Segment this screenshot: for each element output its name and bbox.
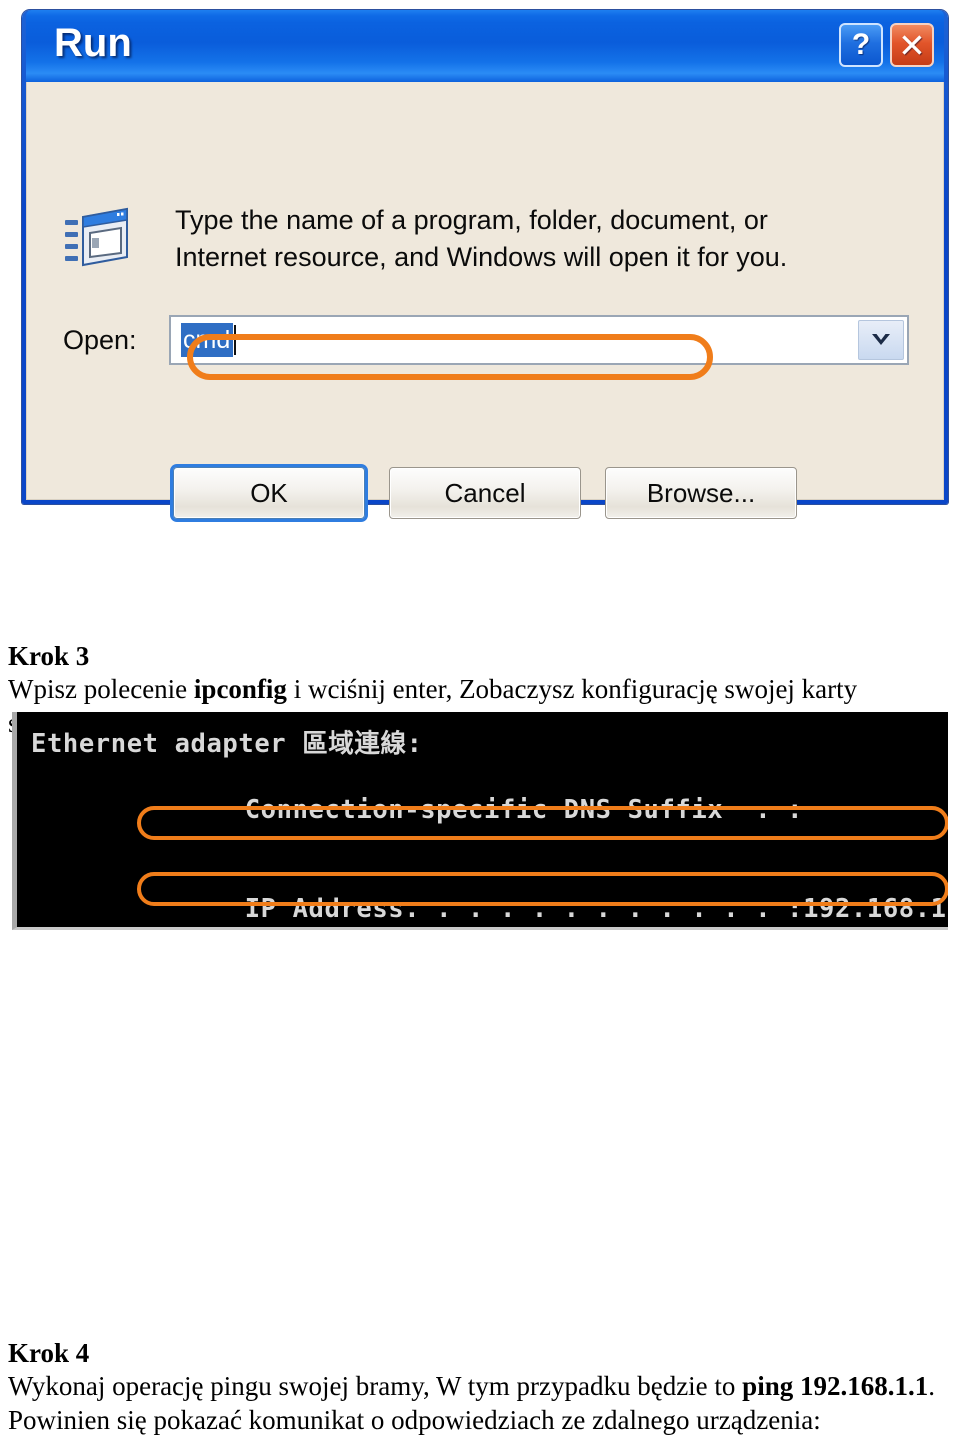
step-4-line1-after: . [928, 1371, 935, 1401]
step-4-heading: Krok 4 [8, 1338, 90, 1368]
dialog-button-row: OK Cancel Browse... [27, 467, 943, 519]
cancel-button[interactable]: Cancel [389, 467, 581, 519]
dialog-description: Type the name of a program, folder, docu… [175, 202, 875, 276]
open-combobox[interactable]: cmd [169, 315, 909, 365]
open-input-value: cmd [181, 323, 234, 357]
console-row-dns-suffix: Connection-specific DNS Suffix . : [17, 761, 948, 860]
run-dialog-window: Run ? ✕ Type the name of a program, fold… [22, 10, 948, 519]
chevron-down-icon [872, 334, 890, 345]
step-3-command: ipconfig [193, 674, 287, 704]
step-3-heading: Krok 3 [8, 641, 90, 671]
close-icon: ✕ [898, 26, 926, 64]
dialog-title: Run [54, 21, 132, 65]
dialog-titlebar[interactable]: Run ? ✕ [26, 10, 944, 82]
step-4-line1-before: Wykonaj operację pingu swojej bramy, W t… [8, 1371, 743, 1401]
console-adapter-line: Ethernet adapter 區域連線: [31, 729, 423, 759]
ok-button[interactable]: OK [173, 467, 365, 519]
console-row-label: IP Address. . . . . . . . . . . . : [244, 894, 804, 924]
browse-button[interactable]: Browse... [605, 467, 797, 519]
open-dropdown-button[interactable] [858, 320, 904, 360]
step-3-text-before: Wpisz polecenie [8, 674, 194, 704]
console-row-label: Connection-specific DNS Suffix . : [244, 795, 804, 825]
ipconfig-console-output: Ethernet adapter 區域連線: Connection-specif… [12, 712, 948, 930]
open-input[interactable]: cmd [171, 317, 858, 363]
text-caret [234, 325, 237, 355]
console-row-ip-address: IP Address. . . . . . . . . . . . :192.1… [17, 860, 948, 927]
open-label: Open: [63, 325, 137, 355]
question-mark-icon: ? [851, 28, 871, 61]
step-4-text-line-1: Wykonaj operację pingu swojej bramy, W t… [8, 1369, 952, 1403]
titlebar-button-group: ? ✕ [839, 23, 934, 67]
step-4-block: Krok 4 Wykonaj operację pingu swojej bra… [8, 1337, 952, 1437]
description-line-1: Type the name of a program, folder, docu… [175, 205, 768, 235]
close-button[interactable]: ✕ [890, 23, 934, 67]
description-line-2: Internet resource, and Windows will open… [175, 242, 788, 272]
step-4-command: ping 192.168.1.1 [742, 1371, 929, 1401]
console-lines: Ethernet adapter 區域連線: Connection-specif… [17, 712, 948, 927]
run-program-icon [65, 207, 133, 269]
dialog-body: Type the name of a program, folder, docu… [26, 82, 944, 519]
help-button[interactable]: ? [839, 23, 883, 67]
console-row-value: 192.168.1.100 [803, 894, 948, 924]
